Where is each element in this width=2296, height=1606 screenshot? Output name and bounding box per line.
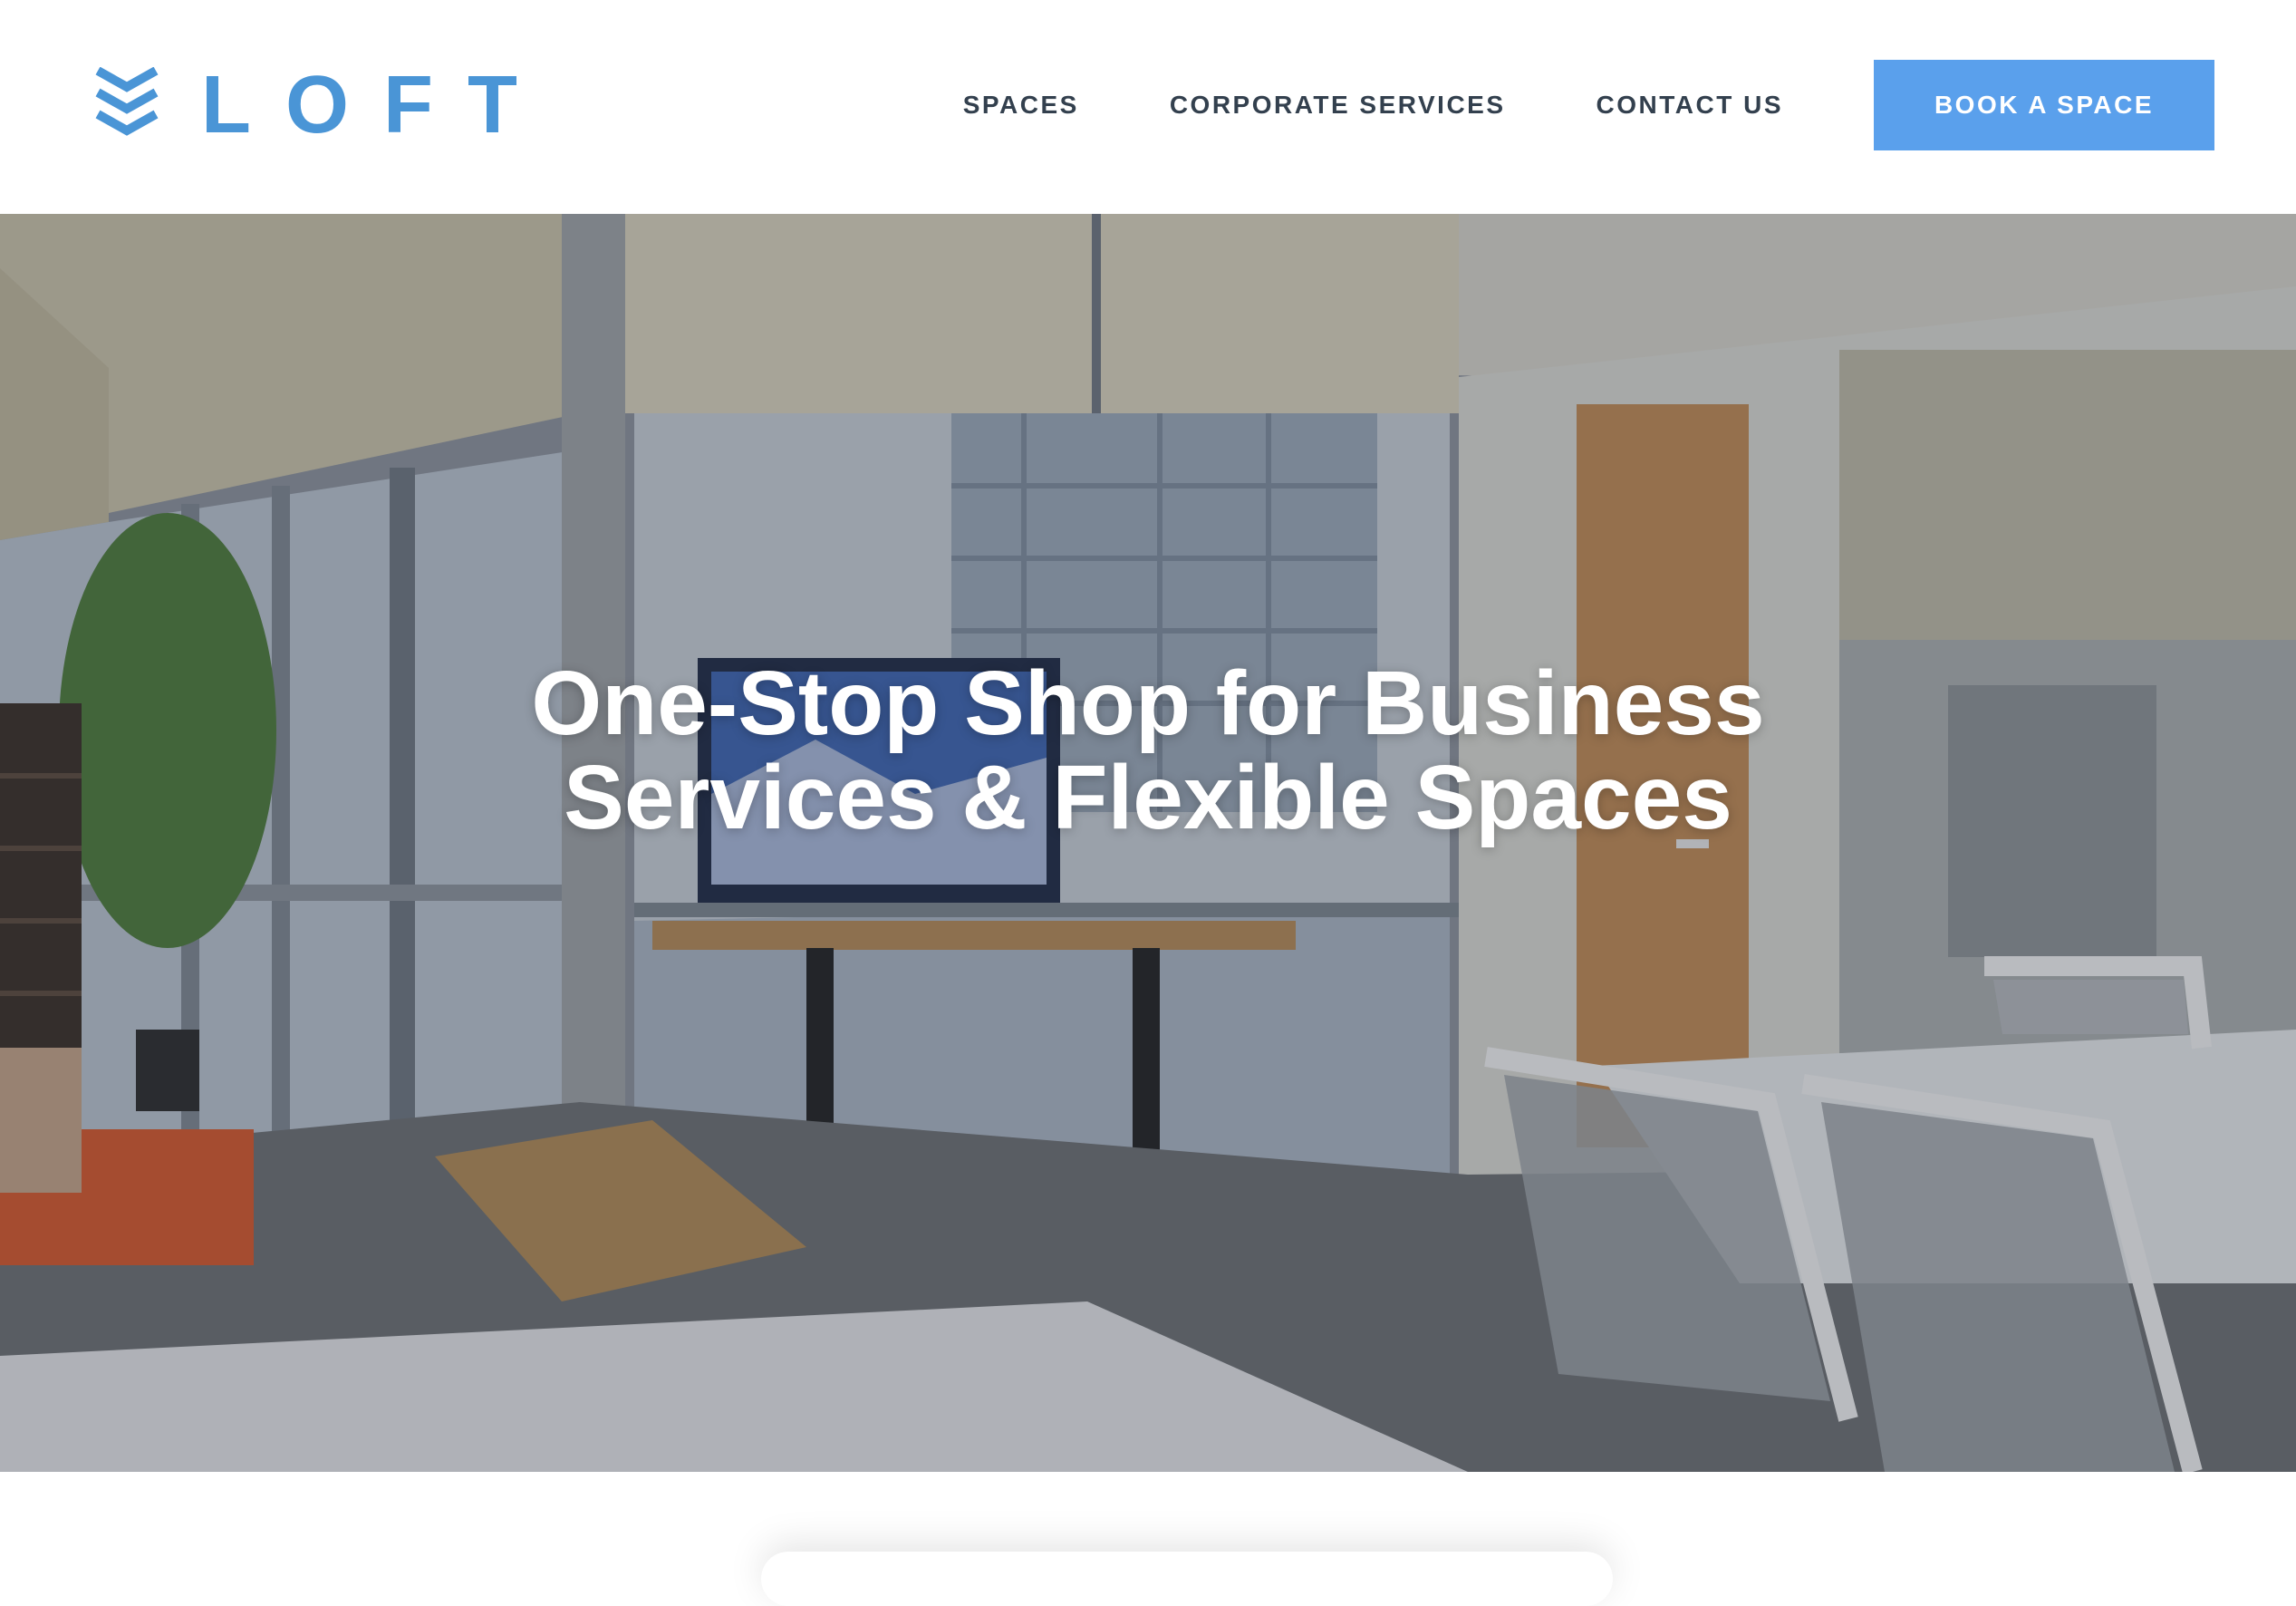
below-hero-section — [0, 1472, 2296, 1606]
logo-link[interactable]: LOFT — [94, 60, 552, 150]
main-nav: SPACES CORPORATE SERVICES CONTACT US BOO… — [963, 60, 2214, 150]
hero-section: One-Stop Shop for Business Services & Fl… — [0, 214, 2296, 1472]
nav-contact-us-link[interactable]: CONTACT US — [1597, 91, 1783, 120]
book-a-space-button[interactable]: BOOK A SPACE — [1874, 60, 2214, 150]
hero-heading-line-1: One-Stop Shop for Business — [531, 653, 1765, 754]
nav-spaces-link[interactable]: SPACES — [963, 91, 1079, 120]
logo-wordmark: LOFT — [201, 60, 552, 150]
floating-card-edge — [761, 1552, 1613, 1606]
nav-corporate-services-link[interactable]: CORPORATE SERVICES — [1170, 91, 1506, 120]
hero-heading: One-Stop Shop for Business Services & Fl… — [242, 656, 2054, 845]
hero-heading-line-2: Services & Flexible Spaces — [564, 747, 1732, 848]
site-header: LOFT SPACES CORPORATE SERVICES CONTACT U… — [0, 0, 2296, 214]
logo-chevrons-icon — [95, 67, 159, 136]
